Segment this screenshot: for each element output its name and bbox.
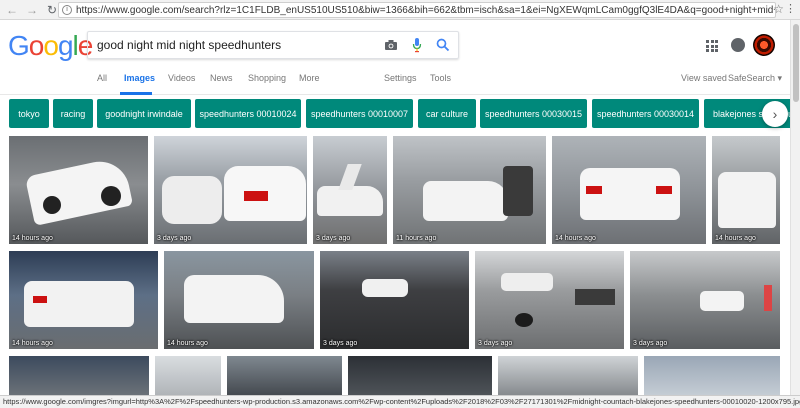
logo-letter: G [8, 30, 30, 61]
image-timestamp: 3 days ago [478, 340, 513, 347]
chip[interactable]: speedhunters 00030015 [480, 99, 587, 128]
safesearch-menu[interactable]: SafeSearch ▾ [728, 73, 782, 84]
apps-grid-icon[interactable] [706, 40, 718, 52]
image-timestamp: 3 days ago [316, 235, 351, 242]
chip[interactable]: goodnight irwindale [97, 99, 191, 128]
search-tabs: All Images Videos News Shopping More Set… [0, 72, 800, 92]
image-result[interactable]: 3 days ago [320, 251, 469, 349]
image-timestamp: 3 days ago [633, 340, 668, 347]
forward-arrow-icon[interactable]: → [24, 2, 40, 18]
logo-letter: o [43, 30, 59, 61]
chip[interactable]: car culture [418, 99, 476, 128]
tab-more[interactable]: More [299, 73, 320, 83]
chevron-right-icon[interactable]: › [762, 101, 788, 127]
image-result[interactable]: 14 hours ago [552, 136, 706, 244]
notifications-icon[interactable] [731, 38, 745, 52]
tab-shopping[interactable]: Shopping [248, 73, 286, 83]
tab-news[interactable]: News [210, 73, 233, 83]
view-saved-link[interactable]: View saved [681, 73, 727, 83]
address-url[interactable]: https://www.google.com/search?rlz=1C1FLD… [76, 5, 775, 16]
browser-toolbar: ← → ↻ i https://www.google.com/search?rl… [0, 0, 800, 20]
image-result[interactable]: 3 days ago [630, 251, 780, 349]
image-result[interactable]: 14 hours ago [9, 251, 158, 349]
image-timestamp: 11 hours ago [396, 235, 437, 242]
image-result[interactable] [227, 356, 342, 395]
image-result[interactable]: 3 days ago [154, 136, 307, 244]
chip[interactable]: speedhunters 00010024 [195, 99, 301, 128]
address-bar[interactable]: i https://www.google.com/search?rlz=1C1F… [58, 2, 776, 18]
microphone-icon[interactable] [406, 34, 428, 56]
google-logo[interactable]: Google [8, 30, 93, 62]
image-timestamp: 14 hours ago [12, 340, 53, 347]
image-timestamp: 3 days ago [157, 235, 192, 242]
related-search-chips: tokyo racing goodnight irwindale speedhu… [0, 99, 790, 129]
chip[interactable]: speedhunters 00010007 [306, 99, 413, 128]
avatar[interactable] [753, 34, 775, 56]
chip[interactable]: racing [53, 99, 93, 128]
chip[interactable]: tokyo [9, 99, 49, 128]
image-result[interactable] [644, 356, 780, 395]
page-scrollbar[interactable] [790, 20, 800, 395]
image-result[interactable] [348, 356, 492, 395]
tab-images[interactable]: Images [124, 73, 155, 83]
image-timestamp: 14 hours ago [167, 340, 208, 347]
image-timestamp: 14 hours ago [715, 235, 756, 242]
status-bar: https://www.google.com/imgres?imgurl=htt… [0, 395, 800, 408]
search-icon[interactable] [432, 34, 454, 56]
tab-all[interactable]: All [97, 73, 107, 83]
image-result[interactable] [9, 356, 149, 395]
logo-letter: o [28, 30, 45, 61]
image-timestamp: 3 days ago [323, 340, 358, 347]
logo-letter: g [57, 30, 74, 61]
image-result[interactable]: 3 days ago [313, 136, 387, 244]
browser-menu-icon[interactable]: ⋮ [785, 3, 796, 15]
chip[interactable]: speedhunters 00030014 [592, 99, 699, 128]
search-input[interactable]: good night mid night speedhunters [97, 38, 380, 52]
image-result[interactable]: 3 days ago [475, 251, 624, 349]
camera-icon[interactable] [380, 34, 402, 56]
scrollbar-thumb[interactable] [793, 24, 799, 102]
image-result[interactable]: 14 hours ago [9, 136, 148, 244]
info-icon[interactable]: i [62, 5, 72, 15]
tab-videos[interactable]: Videos [168, 73, 195, 83]
back-arrow-icon[interactable]: ← [4, 2, 20, 18]
image-result[interactable]: 11 hours ago [393, 136, 546, 244]
active-tab-indicator [120, 92, 152, 95]
image-result[interactable]: 14 hours ago [164, 251, 314, 349]
settings-link[interactable]: Settings [384, 73, 417, 83]
image-result[interactable] [498, 356, 638, 395]
search-box[interactable]: good night mid night speedhunters [87, 31, 459, 59]
tools-link[interactable]: Tools [430, 73, 451, 83]
image-result[interactable] [155, 356, 221, 395]
image-timestamp: 14 hours ago [555, 235, 596, 242]
bookmark-star-icon[interactable]: ☆ [773, 2, 784, 16]
image-result[interactable]: 14 hours ago [712, 136, 780, 244]
image-timestamp: 14 hours ago [12, 235, 53, 242]
